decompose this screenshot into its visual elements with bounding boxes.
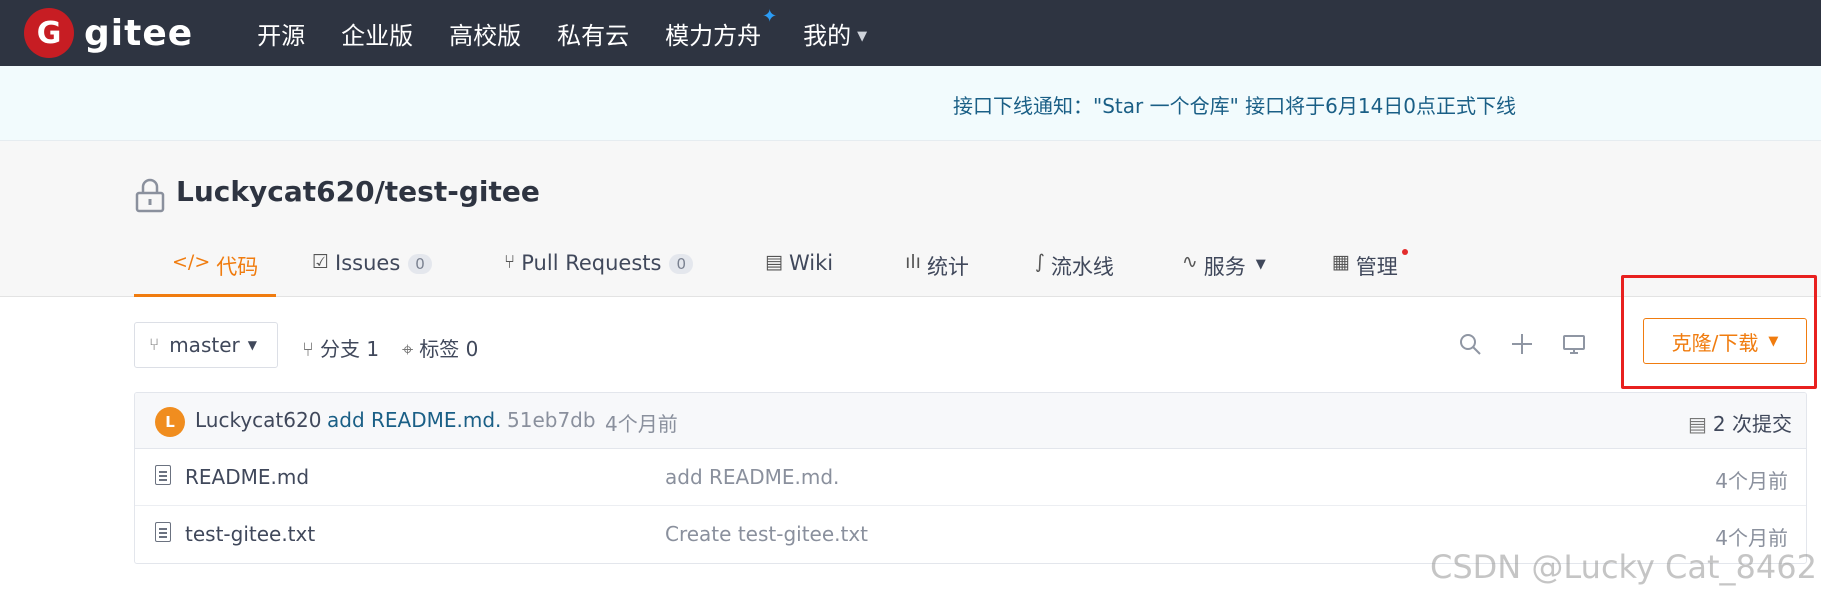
pulse-icon: ∿ xyxy=(1181,251,1198,273)
file-name[interactable]: test-gitee.txt xyxy=(185,522,315,546)
table-row: README.md add README.md. 4个月前 xyxy=(135,449,1806,506)
nav-ai-ark[interactable]: 模力方舟 ✦ xyxy=(665,6,777,51)
nav-mine[interactable]: 我的 ▼ xyxy=(803,16,867,51)
top-navbar: G gitee 开源 企业版 高校版 私有云 模力方舟 ✦ 我的 ▼ xyxy=(0,0,1821,66)
issues-count-badge: 0 xyxy=(408,254,432,274)
tab-issues-label: Issues xyxy=(335,251,401,275)
tag-icon: ⌖ xyxy=(402,337,414,361)
nav-links: 开源 企业版 高校版 私有云 模力方舟 ✦ 我的 ▼ xyxy=(257,6,903,51)
file-name[interactable]: README.md xyxy=(185,465,309,489)
chevron-down-icon: ▼ xyxy=(247,338,257,352)
notice-banner: 接口下线通知："Star 一个仓库" 接口将于6月14日0点正式下线 xyxy=(0,66,1821,141)
nav-private-cloud[interactable]: 私有云 xyxy=(557,16,629,51)
file-icon xyxy=(155,465,171,485)
tab-pull-requests-label: Pull Requests xyxy=(521,251,662,275)
branch-name: master xyxy=(169,333,240,357)
file-commit-message[interactable]: add README.md. xyxy=(665,465,839,489)
project-header: Luckycat620/test-gitee </> 代码 ☑ Issues 0… xyxy=(0,141,1821,297)
commit-log-icon: ▤ xyxy=(1688,412,1707,436)
commit-hash[interactable]: 51eb7db xyxy=(507,408,596,432)
lock-icon xyxy=(135,178,165,213)
tags-count: 标签 0 xyxy=(419,337,479,361)
tab-pipeline[interactable]: ∫ 流水线 xyxy=(1035,245,1114,297)
sparkle-icon: ✦ xyxy=(762,5,778,27)
book-icon: ▤ xyxy=(765,251,783,273)
tab-manage[interactable]: ▦ 管理 xyxy=(1331,245,1408,297)
tab-pull-requests[interactable]: ⑂ Pull Requests 0 xyxy=(504,245,693,297)
pipeline-icon: ∫ xyxy=(1034,251,1045,273)
bar-chart-icon: ılı xyxy=(905,251,921,273)
avatar[interactable]: L xyxy=(155,407,185,437)
logo-badge: G xyxy=(24,8,74,58)
nav-mine-label: 我的 xyxy=(803,21,852,50)
tab-manage-label: 管理 xyxy=(1355,255,1398,279)
file-icon xyxy=(155,522,171,542)
file-time: 4个月前 xyxy=(1715,526,1788,550)
tab-services-label: 服务 xyxy=(1203,255,1246,279)
chevron-down-icon: ▼ xyxy=(857,29,868,44)
monitor-icon[interactable] xyxy=(1560,330,1588,358)
file-table: L Luckycat620 add README.md. 51eb7db 4个月… xyxy=(134,392,1807,564)
commit-message[interactable]: add README.md. xyxy=(327,408,501,432)
branches-count: 分支 1 xyxy=(320,337,380,361)
tab-stats[interactable]: ılı 统计 xyxy=(905,245,969,297)
annotation-highlight-box xyxy=(1621,275,1817,389)
nav-enterprise[interactable]: 企业版 xyxy=(341,16,413,51)
chevron-down-icon: ▼ xyxy=(1255,257,1266,272)
tab-services[interactable]: ∿ 服务 ▼ xyxy=(1182,245,1266,297)
plus-icon[interactable] xyxy=(1508,330,1536,358)
code-icon: </> xyxy=(172,251,211,273)
watermark: CSDN @Lucky Cat_8462 xyxy=(1430,548,1817,586)
tab-code-label: 代码 xyxy=(216,255,259,279)
search-icon[interactable] xyxy=(1456,330,1484,358)
commit-time: 4个月前 xyxy=(605,412,678,436)
tab-wiki[interactable]: ▤ Wiki xyxy=(765,245,833,297)
notification-dot xyxy=(1401,249,1408,255)
pull-request-icon: ⑂ xyxy=(503,251,516,273)
tags-link[interactable]: ⌖ 标签 0 xyxy=(402,333,478,362)
latest-commit-row: L Luckycat620 add README.md. 51eb7db 4个月… xyxy=(135,393,1806,449)
repo-title[interactable]: Luckycat620/test-gitee xyxy=(176,175,540,208)
tab-code[interactable]: </> 代码 xyxy=(134,245,276,297)
logo-text: gitee xyxy=(84,12,194,54)
tab-issues[interactable]: ☑ Issues 0 xyxy=(312,245,432,297)
nav-open-source[interactable]: 开源 xyxy=(257,16,305,51)
tab-pipeline-label: 流水线 xyxy=(1050,255,1114,279)
branch-selector[interactable]: ⑂ master ▼ xyxy=(134,322,278,368)
notice-text[interactable]: 接口下线通知："Star 一个仓库" 接口将于6月14日0点正式下线 xyxy=(953,90,1516,119)
branches-link[interactable]: ⑂ 分支 1 xyxy=(302,333,379,362)
nav-education[interactable]: 高校版 xyxy=(449,16,521,51)
nav-ai-ark-label: 模力方舟 xyxy=(665,21,762,50)
commit-count-link[interactable]: ▤ 2 次提交 xyxy=(1688,408,1792,437)
repo-tabs: </> 代码 ☑ Issues 0 ⑂ Pull Requests 0 ▤ Wi… xyxy=(134,245,1408,297)
branch-icon: ⑂ xyxy=(149,335,160,355)
file-commit-message[interactable]: Create test-gitee.txt xyxy=(665,522,868,546)
file-time: 4个月前 xyxy=(1715,469,1788,493)
tab-wiki-label: Wiki xyxy=(788,251,834,275)
gitee-logo[interactable]: G gitee xyxy=(24,0,193,66)
commit-author[interactable]: Luckycat620 xyxy=(195,408,321,432)
tab-stats-label: 统计 xyxy=(926,255,969,279)
issues-icon: ☑ xyxy=(312,251,330,273)
settings-doc-icon: ▦ xyxy=(1331,251,1350,273)
commit-count: 2 次提交 xyxy=(1712,412,1792,436)
pull-requests-count-badge: 0 xyxy=(669,254,693,274)
branch-icon: ⑂ xyxy=(302,337,314,361)
